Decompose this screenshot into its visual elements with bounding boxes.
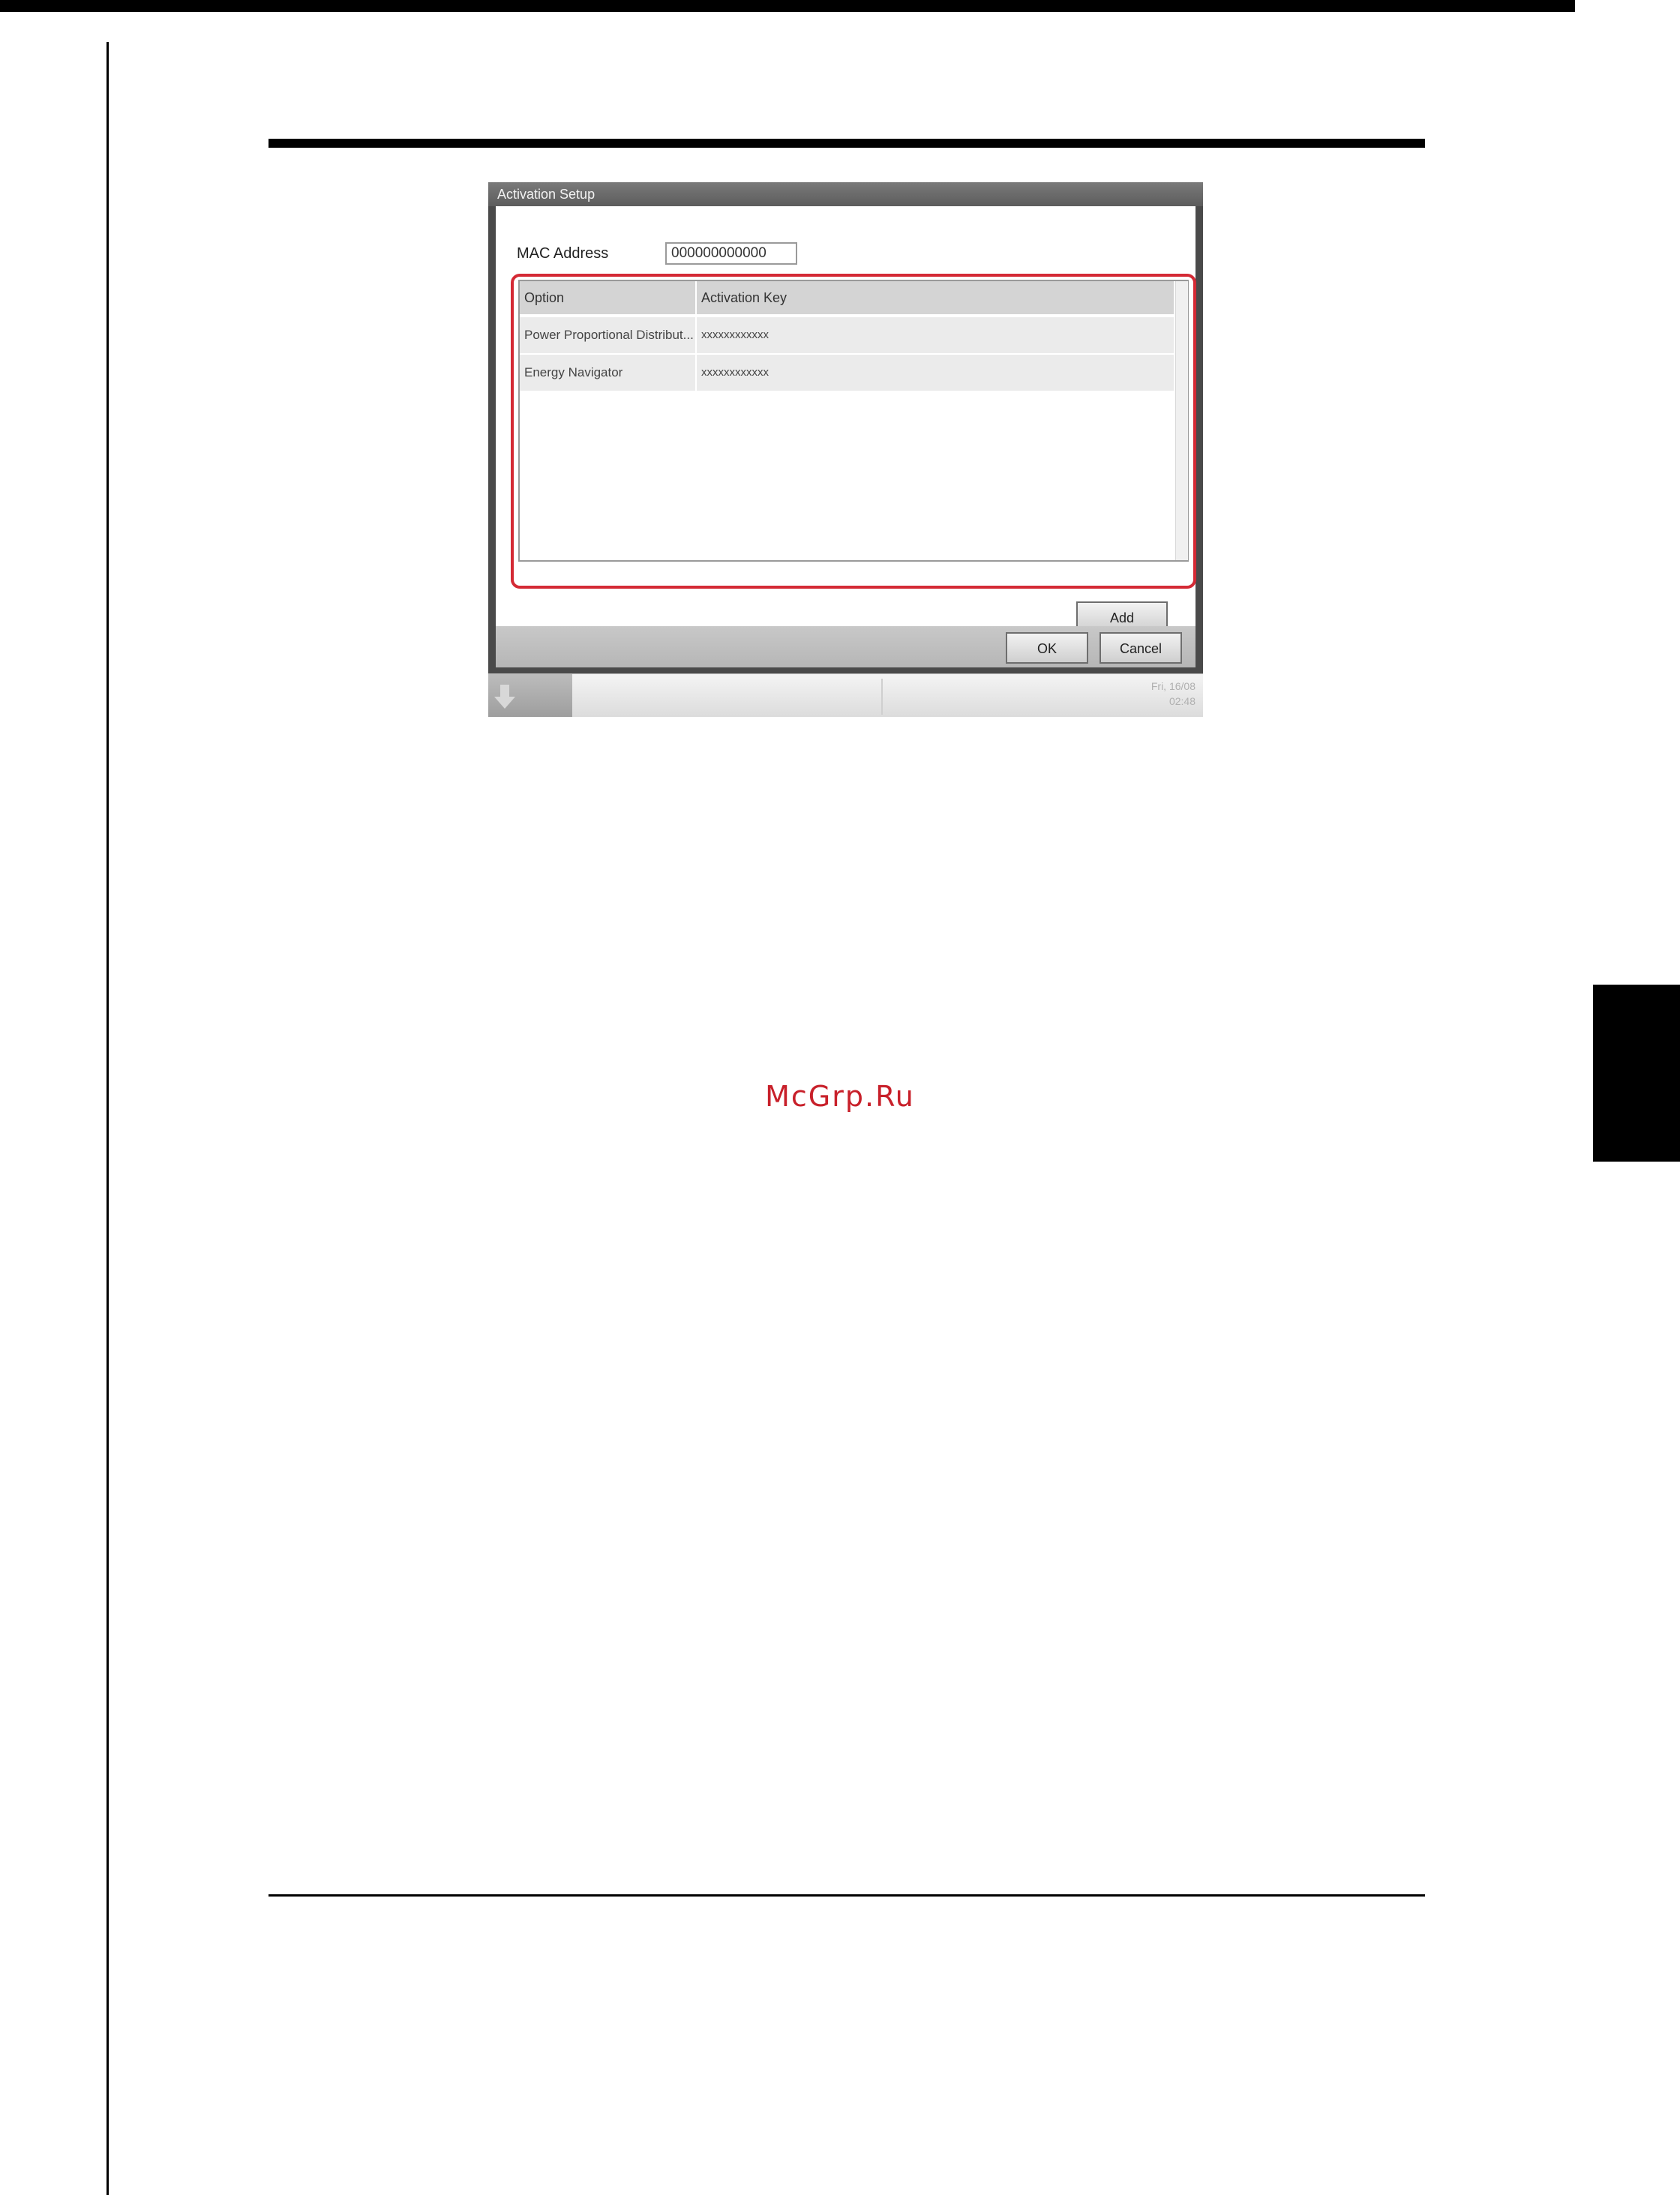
taskbar: Fri, 16/08 02:48 xyxy=(488,673,1203,717)
clock-time: 02:48 xyxy=(1168,695,1196,707)
activation-key-cell: xxxxxxxxxxxx xyxy=(701,328,769,341)
activation-table[interactable]: Option Activation Key Power Proportional… xyxy=(518,280,1189,562)
left-margin-line xyxy=(106,42,109,2195)
arrow-down-icon xyxy=(494,685,515,709)
cancel-button[interactable]: Cancel xyxy=(1100,632,1182,664)
table-scrollbar[interactable] xyxy=(1175,281,1188,560)
taskbar-clock: Fri, 16/08 02:48 xyxy=(1088,679,1196,709)
mac-address-label: MAC Address xyxy=(517,245,609,262)
table-header: Option Activation Key xyxy=(520,281,1174,314)
dialog-body: MAC Address Option Activation Key Power … xyxy=(496,206,1196,633)
column-header-option[interactable]: Option xyxy=(520,281,697,314)
watermark: McGrp.Ru xyxy=(765,1080,915,1113)
section-rule-top xyxy=(268,139,1425,148)
dialog-footer xyxy=(496,626,1196,667)
activation-key-cell: xxxxxxxxxxxx xyxy=(701,366,769,379)
mac-address-field[interactable] xyxy=(665,242,797,265)
taskbar-divider xyxy=(881,679,883,715)
column-header-activation-key[interactable]: Activation Key xyxy=(697,281,1174,314)
chapter-edge-tab xyxy=(1593,985,1680,1162)
activation-setup-dialog: Activation Setup MAC Address Option Acti… xyxy=(488,182,1203,673)
section-rule-bottom xyxy=(268,1894,1425,1897)
option-cell: Power Proportional Distribut... xyxy=(520,317,697,353)
screenshot: Activation Setup MAC Address Option Acti… xyxy=(488,182,1203,717)
dialog-title: Activation Setup xyxy=(488,182,1203,206)
ok-button[interactable]: OK xyxy=(1006,632,1088,664)
option-cell: Energy Navigator xyxy=(520,355,697,391)
table-row[interactable]: Power Proportional Distribut... xxxxxxxx… xyxy=(520,317,1174,353)
table-row[interactable]: Energy Navigator xxxxxxxxxxxx xyxy=(520,355,1174,391)
top-rule xyxy=(0,0,1575,12)
clock-date: Fri, 16/08 xyxy=(1150,680,1196,692)
taskbar-start-button[interactable] xyxy=(488,674,572,717)
